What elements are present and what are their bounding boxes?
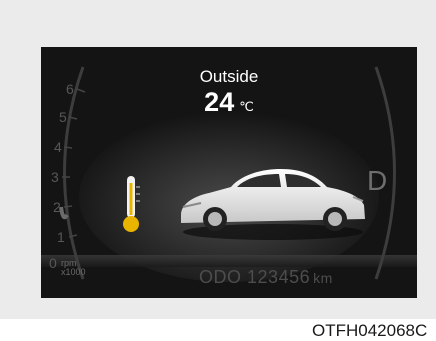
temperature-unit: ℃	[239, 99, 254, 114]
tach-number-6: 6	[66, 81, 74, 97]
outside-temperature: 24 ℃	[41, 87, 417, 118]
temperature-value: 24	[204, 87, 235, 117]
tach-number-0: 0	[49, 255, 57, 271]
gear-indicator: D	[367, 165, 388, 196]
tach-unit: rpm x1000	[61, 259, 86, 277]
cluster-display: Outside 24 ℃ 6 5 4 3 2 1 0 rpm x1000 D OD…	[41, 47, 417, 298]
tach-number-3: 3	[51, 169, 59, 185]
tach-number-1: 1	[57, 229, 65, 245]
tach-number-2: 2	[53, 199, 61, 215]
floor-band	[41, 255, 417, 267]
tach-number-5: 5	[59, 109, 67, 125]
outside-label: Outside	[199, 67, 259, 86]
odometer: ODO 123456 km	[199, 267, 333, 288]
odometer-label: ODO	[199, 267, 242, 287]
tach-number-4: 4	[54, 139, 62, 155]
tach-unit-multiplier: x1000	[61, 267, 86, 277]
odometer-value: 123456	[247, 267, 311, 287]
figure-code: OTFH042068C	[312, 321, 428, 340]
odometer-unit: km	[313, 270, 333, 286]
